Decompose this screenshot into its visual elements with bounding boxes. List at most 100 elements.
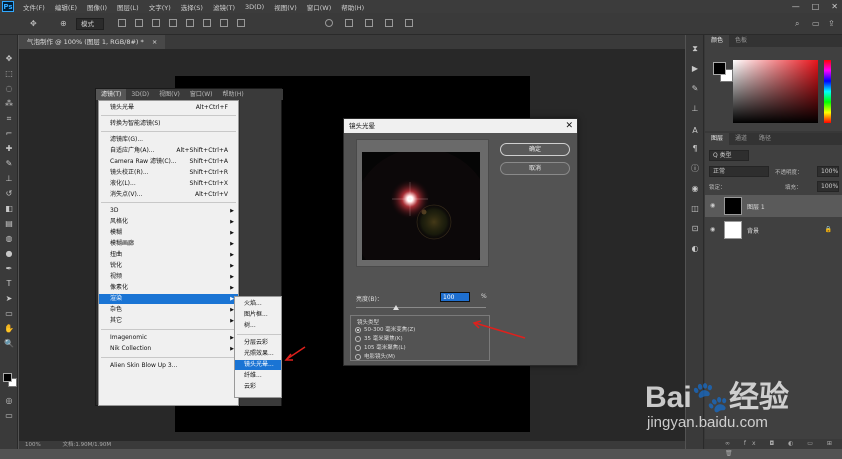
lens-option-105[interactable]: 105 毫米聚焦(L) xyxy=(355,344,406,352)
menu-item-pixelate[interactable]: 像素化 ▶ xyxy=(99,283,238,293)
history-panel-icon[interactable]: ⧗ xyxy=(689,43,701,55)
menu-item-lens-correction[interactable]: 镜头校正(R)... Shift+Ctrl+R xyxy=(99,168,238,178)
3d-orbit-icon[interactable] xyxy=(325,19,333,27)
hue-slider[interactable] xyxy=(824,60,831,123)
text-tool-icon[interactable]: T xyxy=(3,278,15,290)
menu-view[interactable]: 视图(V) xyxy=(154,89,185,100)
tab-layers[interactable]: 图层 xyxy=(705,133,730,145)
menu-item-video[interactable]: 视频 ▶ xyxy=(99,272,238,282)
menu-item-liquify[interactable]: 液化(L)... Shift+Ctrl+X xyxy=(99,179,238,189)
3d-panel-icon[interactable]: ⊡ xyxy=(689,223,701,235)
align-icon[interactable] xyxy=(203,19,211,27)
lens-option-35[interactable]: 35 毫米聚焦(K) xyxy=(355,335,403,343)
path-select-icon[interactable]: ➤ xyxy=(3,293,15,305)
layer-row[interactable]: ◉ 图层 1 xyxy=(705,195,842,217)
submenu-item-difference-clouds[interactable]: 分层云彩 xyxy=(235,338,281,348)
fill-input[interactable]: 100% xyxy=(817,181,839,192)
move-tool-icon[interactable]: ✥ xyxy=(30,18,37,29)
eraser-tool-icon[interactable]: ◧ xyxy=(3,203,15,215)
properties-panel-icon[interactable]: ◉ xyxy=(689,183,701,195)
auto-select-icon[interactable]: ⊕ xyxy=(60,18,67,29)
submenu-item-lighting-effects[interactable]: 光照效果... xyxy=(235,349,281,359)
document-tab[interactable]: 气泡制作 @ 100% (图层 1, RGB/8#) * × xyxy=(19,35,166,49)
cancel-button[interactable]: 取消 xyxy=(500,162,570,175)
menu-view[interactable]: 视图(V) xyxy=(269,2,302,12)
3d-scale-icon[interactable] xyxy=(405,19,413,27)
menu-item-camera-raw[interactable]: Camera Raw 滤镜(C)... Shift+Ctrl+A xyxy=(99,157,238,167)
foreground-color-swatch[interactable] xyxy=(713,62,726,75)
quick-mask-icon[interactable]: ◎ xyxy=(3,395,15,407)
healing-brush-icon[interactable]: ✚ xyxy=(3,143,15,155)
menu-help[interactable]: 帮助(H) xyxy=(218,89,249,100)
menu-window[interactable]: 窗口(W) xyxy=(185,89,218,100)
brightness-slider-track[interactable] xyxy=(356,307,486,308)
menu-file[interactable]: 文件(F) xyxy=(18,2,50,12)
menu-item-stylize[interactable]: 风格化 ▶ xyxy=(99,217,238,227)
zoom-level[interactable]: 100% xyxy=(25,442,41,448)
radio-icon[interactable] xyxy=(355,336,361,342)
ok-button[interactable]: 确定 xyxy=(500,143,570,156)
align-icon[interactable] xyxy=(118,19,126,27)
play-actions-icon[interactable]: ▶ xyxy=(689,63,701,75)
crop-tool-icon[interactable]: ⌗ xyxy=(3,113,15,125)
layer-kind-filter[interactable]: Q 类型 xyxy=(709,150,749,161)
menu-item-sharpen[interactable]: 锐化 ▶ xyxy=(99,261,238,271)
submenu-item-tree[interactable]: 树... xyxy=(235,321,281,331)
move-tool-icon[interactable]: ✥ xyxy=(3,53,15,65)
zoom-tool-icon[interactable]: 🔍 xyxy=(3,338,15,350)
menu-item-filter-gallery[interactable]: 滤镜库(G)... xyxy=(99,135,238,145)
menu-filter[interactable]: 滤镜(T) xyxy=(96,89,127,100)
opacity-input[interactable]: 100% xyxy=(817,166,839,177)
menu-select[interactable]: 选择(S) xyxy=(176,2,208,12)
close-tab-icon[interactable]: × xyxy=(152,38,157,46)
gradient-tool-icon[interactable]: ▤ xyxy=(3,218,15,230)
submenu-item-fibers[interactable]: 纤维... xyxy=(235,371,281,381)
color-swatches[interactable] xyxy=(3,373,17,387)
magic-wand-icon[interactable]: ⁂ xyxy=(3,98,15,110)
menu-item-render[interactable]: 渲染 ▶ xyxy=(99,294,238,304)
tab-paths[interactable]: 路径 xyxy=(753,133,777,145)
clone-stamp-icon[interactable]: ⊥ xyxy=(3,173,15,185)
menu-window[interactable]: 窗口(W) xyxy=(302,2,337,12)
history-brush-icon[interactable]: ↺ xyxy=(3,188,15,200)
character-panel-icon[interactable]: A xyxy=(689,125,701,137)
menu-image[interactable]: 图像(I) xyxy=(82,2,112,12)
menu-filter[interactable]: 滤镜(T) xyxy=(208,2,240,12)
tab-swatches[interactable]: 色板 xyxy=(729,35,753,47)
search-icon[interactable]: ⌕ xyxy=(795,18,799,29)
close-window-icon[interactable]: ✕ xyxy=(831,0,838,13)
lens-option-movie[interactable]: 电影镜头(M) xyxy=(355,353,395,361)
visibility-eye-icon[interactable]: ◉ xyxy=(710,202,715,209)
color-picker-field[interactable] xyxy=(733,60,818,123)
layer-row[interactable]: ◉ 背景 🔒 xyxy=(705,219,842,241)
paragraph-panel-icon[interactable]: ¶ xyxy=(689,143,701,155)
menu-item-3d[interactable]: 3D ▶ xyxy=(99,206,238,216)
align-icon[interactable] xyxy=(135,19,143,27)
color-swatches[interactable] xyxy=(713,62,735,84)
distribute-icon[interactable] xyxy=(237,19,245,27)
tab-channels[interactable]: 通道 xyxy=(729,133,753,145)
lasso-tool-icon[interactable]: ◌ xyxy=(3,83,15,95)
menu-item-blur[interactable]: 模糊 ▶ xyxy=(99,228,238,238)
share-icon[interactable]: ⇪ xyxy=(828,18,835,29)
clone-source-icon[interactable]: ⊥ xyxy=(689,103,701,115)
submenu-item-lens-flare[interactable]: 镜头光晕... xyxy=(235,360,281,370)
menu-item-nik-collection[interactable]: Nik Collection ▶ xyxy=(99,344,238,354)
pen-tool-icon[interactable]: ✒ xyxy=(3,263,15,275)
brightness-input[interactable]: 100 xyxy=(440,292,470,302)
submenu-item-flame[interactable]: 火焰... xyxy=(235,299,281,309)
menu-edit[interactable]: 编辑(E) xyxy=(50,2,82,12)
radio-icon[interactable] xyxy=(355,345,361,351)
align-icon[interactable] xyxy=(186,19,194,27)
maximize-icon[interactable]: □ xyxy=(812,0,820,13)
marquee-tool-icon[interactable]: ⬚ xyxy=(3,68,15,80)
menu-item-noise[interactable]: 杂色 ▶ xyxy=(99,305,238,315)
menu-item-convert-smart[interactable]: 转换为智能滤镜(S) xyxy=(99,119,238,129)
close-icon[interactable]: ✕ xyxy=(565,119,573,133)
align-icon[interactable] xyxy=(152,19,160,27)
radio-icon[interactable] xyxy=(355,354,361,360)
visibility-eye-icon[interactable]: ◉ xyxy=(710,226,715,233)
info-panel-icon[interactable]: ⓘ xyxy=(689,163,701,175)
lens-option-50-300[interactable]: 50-300 毫米变焦(Z) xyxy=(355,326,415,334)
distribute-icon[interactable] xyxy=(220,19,228,27)
